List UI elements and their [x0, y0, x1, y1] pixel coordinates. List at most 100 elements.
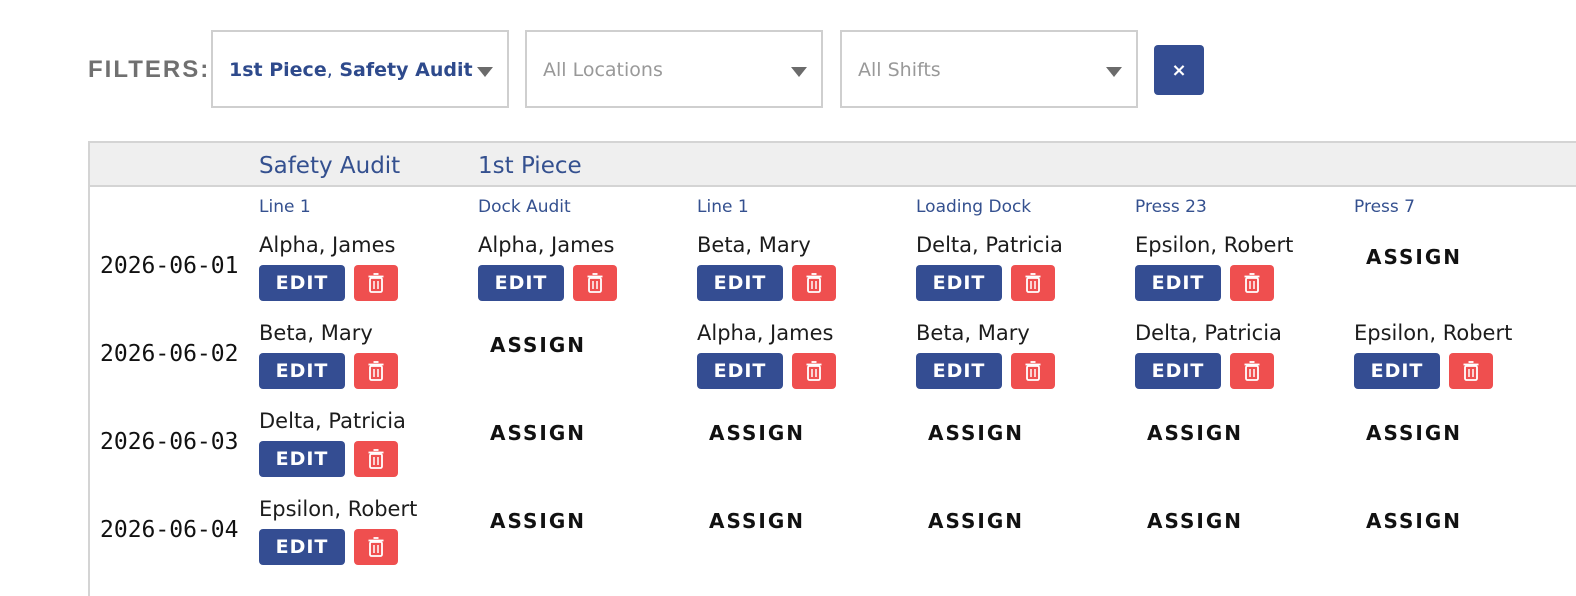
edit-button[interactable]: EDIT — [697, 265, 783, 301]
assign-button[interactable]: ASSIGN — [928, 509, 1024, 533]
assignee-name: Delta, Patricia — [259, 409, 406, 433]
row-date: 2026-06-04 — [100, 517, 239, 543]
assign-button[interactable]: ASSIGN — [1366, 245, 1462, 269]
trash-icon — [368, 361, 384, 381]
schedule-cell: Epsilon, Robert EDIT — [259, 497, 469, 577]
schedule-cell: ASSIGN — [916, 409, 1126, 489]
delete-button[interactable] — [1011, 353, 1055, 389]
assign-button[interactable]: ASSIGN — [490, 421, 586, 445]
delete-button[interactable] — [1230, 353, 1274, 389]
schedule-cell: ASSIGN — [1354, 497, 1564, 577]
assign-button[interactable]: ASSIGN — [1147, 421, 1243, 445]
edit-button[interactable]: EDIT — [697, 353, 783, 389]
column-header-location: Line 1 — [259, 197, 311, 217]
row-date: 2026-06-03 — [100, 429, 239, 455]
filters-bar: FILTERS: 1st Piece, Safety Audit All Loc… — [0, 0, 1576, 140]
trash-icon — [1244, 273, 1260, 293]
assign-button[interactable]: ASSIGN — [709, 509, 805, 533]
schedule-cell: ASSIGN — [478, 409, 688, 489]
delete-button[interactable] — [1449, 353, 1493, 389]
edit-button[interactable]: EDIT — [259, 441, 345, 477]
assignee-name: Delta, Patricia — [1135, 321, 1282, 345]
location-filter-select[interactable]: All Locations — [525, 30, 823, 108]
edit-button[interactable]: EDIT — [916, 265, 1002, 301]
assign-button[interactable]: ASSIGN — [709, 421, 805, 445]
column-header-location: Press 23 — [1135, 197, 1207, 217]
delete-button[interactable] — [354, 353, 398, 389]
schedule-cell: ASSIGN — [1354, 409, 1564, 489]
caret-down-icon — [791, 67, 807, 77]
assign-button[interactable]: ASSIGN — [490, 333, 586, 357]
group-title-safety-audit: Safety Audit — [259, 153, 401, 179]
type-filter-option-safety-audit: Safety Audit — [339, 59, 473, 81]
delete-button[interactable] — [792, 353, 836, 389]
location-filter-placeholder: All Locations — [543, 59, 663, 81]
schedule-cell: Epsilon, Robert EDIT — [1354, 321, 1564, 401]
schedule-cell: Beta, Mary EDIT — [259, 321, 469, 401]
edit-button[interactable]: EDIT — [259, 529, 345, 565]
type-filter-separator: , — [326, 59, 333, 81]
schedule-cell: Alpha, James EDIT — [478, 233, 688, 313]
close-icon: × — [1171, 59, 1187, 81]
assign-button[interactable]: ASSIGN — [1366, 509, 1462, 533]
delete-button[interactable] — [573, 265, 617, 301]
shift-filter-select[interactable]: All Shifts — [840, 30, 1138, 108]
delete-button[interactable] — [354, 529, 398, 565]
schedule-cell: Alpha, James EDIT — [259, 233, 469, 313]
delete-button[interactable] — [1230, 265, 1274, 301]
schedule-cell: ASSIGN — [1354, 233, 1564, 313]
edit-button[interactable]: EDIT — [478, 265, 564, 301]
edit-button[interactable]: EDIT — [1135, 353, 1221, 389]
delete-button[interactable] — [792, 265, 836, 301]
assign-button[interactable]: ASSIGN — [1366, 421, 1462, 445]
assignee-name: Beta, Mary — [697, 233, 811, 257]
edit-button[interactable]: EDIT — [1135, 265, 1221, 301]
filters-label: FILTERS: — [88, 56, 211, 83]
column-header-location: Dock Audit — [478, 197, 571, 217]
trash-icon — [368, 273, 384, 293]
trash-icon — [806, 273, 822, 293]
schedule-cell: Delta, Patricia EDIT — [1135, 321, 1345, 401]
assign-button[interactable]: ASSIGN — [490, 509, 586, 533]
schedule-cell: Beta, Mary EDIT — [916, 321, 1126, 401]
assignee-name: Beta, Mary — [259, 321, 373, 345]
trash-icon — [806, 361, 822, 381]
trash-icon — [587, 273, 603, 293]
schedule-cell: ASSIGN — [1135, 497, 1345, 577]
trash-icon — [1025, 361, 1041, 381]
type-filter-option-first-piece: 1st Piece — [229, 59, 327, 81]
schedule-cell: Epsilon, Robert EDIT — [1135, 233, 1345, 313]
schedule-cell: ASSIGN — [1135, 409, 1345, 489]
delete-button[interactable] — [354, 441, 398, 477]
schedule-cell: Delta, Patricia EDIT — [259, 409, 469, 489]
clear-filters-button[interactable]: × — [1154, 45, 1204, 95]
assignee-name: Epsilon, Robert — [259, 497, 418, 521]
assignee-name: Alpha, James — [478, 233, 615, 257]
assign-button[interactable]: ASSIGN — [928, 421, 1024, 445]
schedule-cell: Delta, Patricia EDIT — [916, 233, 1126, 313]
schedule-cell: ASSIGN — [697, 409, 907, 489]
delete-button[interactable] — [1011, 265, 1055, 301]
assignee-name: Delta, Patricia — [916, 233, 1063, 257]
edit-button[interactable]: EDIT — [916, 353, 1002, 389]
trash-icon — [1463, 361, 1479, 381]
trash-icon — [1025, 273, 1041, 293]
delete-button[interactable] — [354, 265, 398, 301]
assignee-name: Alpha, James — [697, 321, 834, 345]
type-filter-value: 1st Piece, Safety Audit — [229, 59, 473, 81]
schedule-cell: Beta, Mary EDIT — [697, 233, 907, 313]
assign-button[interactable]: ASSIGN — [1147, 509, 1243, 533]
type-filter-select[interactable]: 1st Piece, Safety Audit — [211, 30, 509, 108]
edit-button[interactable]: EDIT — [259, 353, 345, 389]
edit-button[interactable]: EDIT — [1354, 353, 1440, 389]
schedule-cell: ASSIGN — [478, 497, 688, 577]
assignee-name: Epsilon, Robert — [1135, 233, 1294, 257]
schedule-cell: Alpha, James EDIT — [697, 321, 907, 401]
schedule-cell: ASSIGN — [916, 497, 1126, 577]
group-title-first-piece: 1st Piece — [478, 153, 582, 179]
column-header-location: Press 7 — [1354, 197, 1415, 217]
table-header: Safety Audit 1st Piece — [90, 141, 1576, 187]
caret-down-icon — [477, 67, 493, 77]
edit-button[interactable]: EDIT — [259, 265, 345, 301]
shift-filter-placeholder: All Shifts — [858, 59, 941, 81]
